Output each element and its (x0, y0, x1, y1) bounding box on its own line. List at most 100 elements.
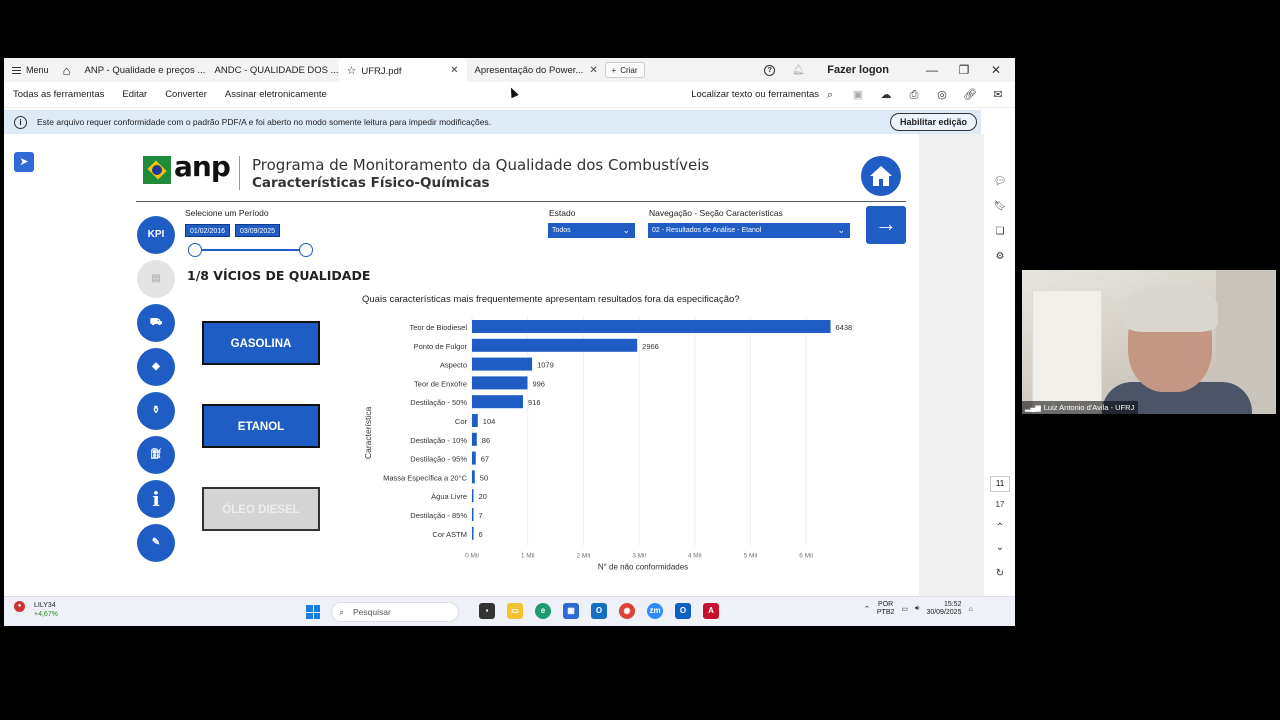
store-icon[interactable]: ▦ (563, 603, 579, 619)
print-icon[interactable]: ⎙ (907, 88, 921, 102)
date-end-field[interactable]: 03/09/2025 (235, 224, 281, 237)
chrome-icon[interactable]: ◉ (619, 603, 635, 619)
date-start-field[interactable]: 01/02/2016 (185, 224, 231, 237)
restore-icon[interactable]: ❐ (955, 63, 973, 77)
category-label: Aspecto (440, 361, 467, 370)
kpi-label: KPI (147, 229, 165, 240)
chevron-down-icon: ⌄ (622, 225, 630, 235)
tab-apresentacao[interactable]: Apresentação do Power... ✕ (467, 58, 599, 82)
report-home-button[interactable] (861, 156, 901, 196)
home-icon[interactable]: ⌂ (57, 63, 77, 78)
tab-ufrj-pdf[interactable]: ☆ UFRJ.pdf ✕ (338, 58, 467, 82)
period-slider-track[interactable] (194, 249, 307, 251)
file-explorer-icon[interactable]: ▭ (507, 603, 523, 619)
tab-andc-qualidade[interactable]: ANDC - QUALIDADE DOS ... (207, 58, 339, 82)
signal-bars-icon: ▂▄▆ (1025, 405, 1041, 412)
gasolina-button[interactable]: GASOLINA (202, 321, 320, 365)
task-view-icon[interactable]: ▪ (479, 603, 495, 619)
cloud-upload-icon[interactable]: ☁ (879, 88, 893, 102)
find-tools-label[interactable]: Localizar texto ou ferramentas (691, 89, 819, 100)
chevron-down-icon: ⌄ (837, 225, 845, 235)
x-tick-label: 0 Mil (465, 553, 479, 560)
settings-icon[interactable]: ⚙ (993, 251, 1007, 265)
chevron-up-icon[interactable]: ⌃ (993, 522, 1007, 536)
close-window-icon[interactable]: ✕ (987, 63, 1005, 77)
truck-icon[interactable]: ⛟ (137, 304, 175, 342)
browser-tab-bar: Menu ⌂ ANP - Qualidade e preços ... ANDC… (4, 58, 1015, 82)
notes-icon[interactable]: ✎ (137, 524, 175, 562)
mail-icon[interactable]: ✉ (991, 88, 1005, 102)
clock[interactable]: 15:52 30/09/2025 (926, 601, 961, 617)
search-icon: ⌕ (339, 607, 345, 617)
document-viewport: anp Programa de Monitoramento da Qualida… (99, 134, 984, 596)
x-tick-label: 4 Mil (688, 553, 702, 560)
help-icon[interactable]: ? (764, 64, 776, 76)
x-tick-label: 5 Mil (744, 553, 758, 560)
bell-icon[interactable]: 🔔︎ (789, 65, 807, 76)
etanol-button[interactable]: ETANOL (202, 404, 320, 448)
brazil-map-icon[interactable]: ◆ (137, 348, 175, 386)
data-bar (472, 489, 474, 503)
zoom-icon[interactable]: zm (647, 603, 663, 619)
minimize-icon[interactable]: — (923, 63, 941, 77)
estado-dropdown[interactable]: Todos ⌄ (548, 223, 635, 238)
bookmark-icon[interactable]: 🔖︎ (993, 201, 1007, 215)
category-label: Destilação - 10% (410, 436, 467, 445)
oleo-diesel-button[interactable]: ÓLEO DIESEL (202, 487, 320, 531)
notification-icon[interactable]: ⌂ (968, 606, 972, 613)
menu-convert[interactable]: Converter (156, 89, 216, 100)
navigation-dropdown[interactable]: 02 - Resultados de Análise - Etanol ⌄ (648, 223, 850, 238)
acrobat-icon[interactable]: A (703, 603, 719, 619)
flask-icon[interactable]: ⚱ (137, 392, 175, 430)
share-icon[interactable]: ◎ (935, 88, 949, 102)
windows-taskbar: ● LILY34 +4,67% ⌕ Pesquisar ▪ ▭ e ▦ O ◉ … (4, 596, 1015, 626)
menu-edit[interactable]: Editar (113, 89, 156, 100)
save-icon[interactable]: ▣ (851, 88, 865, 102)
taskbar-search[interactable]: ⌕ Pesquisar (331, 602, 459, 622)
login-button[interactable]: Fazer logon (827, 64, 889, 76)
data-label: 996 (532, 379, 545, 388)
menu-button[interactable]: Menu (4, 58, 57, 82)
enable-editing-button[interactable]: Habilitar edição (889, 113, 977, 131)
chevron-down-icon[interactable]: ⌄ (993, 542, 1007, 556)
volume-icon[interactable]: 🔊︎ (915, 605, 919, 613)
next-arrow-button[interactable]: → (866, 206, 906, 244)
system-tray: ⌃ POR PTB2 ▭ 🔊︎ 15:52 30/09/2025 ⌂ (864, 601, 973, 617)
tab-label: ANP - Qualidade e preços ... (84, 64, 206, 76)
lang-line1: POR (878, 601, 894, 608)
select-cursor-icon[interactable]: ➤ (14, 152, 34, 172)
star-icon[interactable]: ☆ (347, 65, 357, 77)
comment-icon[interactable]: 💬︎ (993, 176, 1007, 190)
clipboard-icon[interactable]: ▤ (137, 260, 175, 298)
chevron-up-icon[interactable]: ⌃ (864, 605, 870, 613)
data-label: 2966 (642, 342, 659, 351)
stock-widget[interactable]: LILY34 +4,67% (34, 601, 58, 619)
fuel-pump-icon[interactable]: ⛽︎ (137, 436, 175, 474)
menu-all-tools[interactable]: Todas as ferramentas (4, 89, 113, 100)
network-icon[interactable]: ▭ (901, 605, 908, 613)
period-slider-end-handle[interactable] (299, 243, 313, 257)
refresh-icon[interactable]: ↻ (993, 568, 1007, 582)
current-page-field[interactable]: 11 (990, 476, 1010, 492)
data-label: 7 (479, 511, 483, 520)
pages-icon[interactable]: ❏ (993, 226, 1007, 240)
category-label: Massa Específica a 20°C (383, 473, 467, 482)
menu-sign[interactable]: Assinar eletronicamente (216, 89, 336, 100)
outlook-icon[interactable]: O (591, 603, 607, 619)
language-indicator[interactable]: POR PTB2 (877, 601, 895, 617)
data-bar (472, 338, 638, 352)
tab-anp-qualidade[interactable]: ANP - Qualidade e preços ... (77, 58, 207, 82)
category-label: Cor ASTM (432, 530, 467, 539)
period-slider-start-handle[interactable] (188, 243, 202, 257)
edge-icon[interactable]: e (535, 603, 551, 619)
info-icon[interactable]: i (137, 480, 175, 518)
kpi-icon[interactable]: KPI (137, 216, 175, 254)
search-icon[interactable]: ⌕ (823, 88, 837, 102)
windows-start-icon[interactable] (306, 605, 320, 619)
participant-name: Luiz Antonio d'Avila - UFRJ (1043, 403, 1135, 412)
new-tab-button[interactable]: + Criar (604, 62, 645, 78)
link-icon[interactable]: 🔗︎ (963, 88, 977, 102)
outlook-new-icon[interactable]: O (675, 603, 691, 619)
close-tab-icon[interactable]: ✕ (589, 65, 597, 76)
close-tab-icon[interactable]: ✕ (450, 65, 458, 76)
